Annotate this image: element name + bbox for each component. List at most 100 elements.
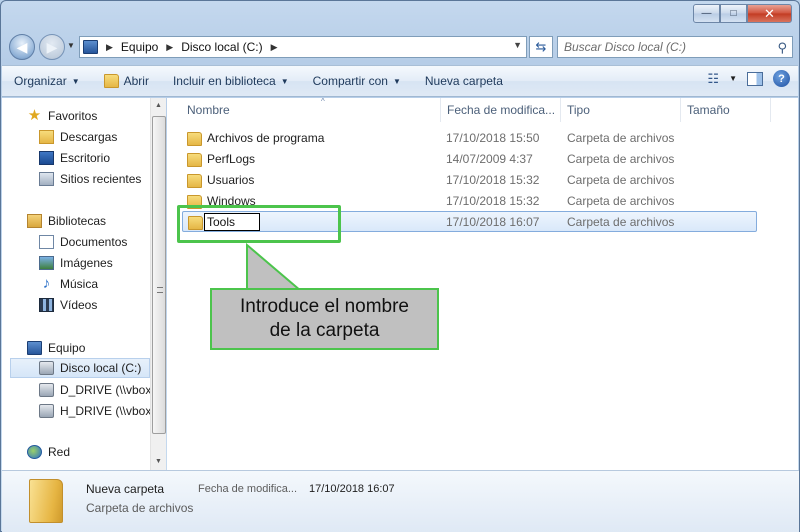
close-button[interactable]: ✕ (747, 4, 792, 23)
close-icon: ✕ (764, 5, 775, 21)
search-box[interactable]: ⚲ (557, 36, 793, 58)
sidebar-item-h-drive[interactable]: H_DRIVE (\\vboxs (39, 401, 150, 421)
file-type: Carpeta de archivos (567, 194, 675, 208)
address-history-chevron-icon[interactable]: ▼ (513, 40, 522, 50)
scroll-down-arrow-icon[interactable]: ▼ (155, 458, 162, 465)
file-date: 17/10/2018 15:32 (446, 194, 540, 208)
organize-button[interactable]: Organizar ▼ (2, 69, 92, 93)
file-date: 17/10/2018 15:32 (446, 173, 540, 187)
file-date: 17/10/2018 15:50 (446, 131, 540, 145)
sidebar-item-label: Disco local (C:) (60, 361, 142, 375)
forward-button[interactable]: ▶ (39, 34, 65, 60)
file-type: Carpeta de archivos (567, 152, 675, 166)
computer-icon (27, 341, 42, 355)
sidebar-item-label: Escritorio (60, 151, 111, 165)
grip-icon (157, 287, 163, 293)
scroll-up-arrow-icon[interactable]: ▲ (155, 102, 162, 109)
sidebar-item-d-drive[interactable]: D_DRIVE (\\vboxs (39, 380, 150, 400)
column-header-date[interactable]: Fecha de modifica... (441, 98, 561, 122)
include-library-label: Incluir en biblioteca (172, 74, 276, 88)
sidebar-item-label: Descargas (60, 130, 118, 144)
details-name: Nueva carpeta (86, 482, 165, 496)
documents-icon (39, 235, 54, 249)
file-name: PerfLogs (207, 152, 256, 166)
instruction-callout: Introduce el nombre de la carpeta (210, 288, 439, 350)
open-folder-icon (103, 74, 119, 88)
downloads-folder-icon (39, 130, 54, 144)
share-with-label: Compartir con (312, 74, 388, 88)
details-pane: Nueva carpeta Carpeta de archivos Fecha … (2, 470, 799, 532)
chevron-right-icon[interactable]: ▶ (106, 42, 113, 53)
preview-pane-icon[interactable] (747, 71, 763, 86)
callout-line-1: Introduce el nombre (240, 296, 409, 317)
sidebar-item-label: Sitios recientes (60, 172, 142, 186)
help-icon[interactable]: ? (773, 70, 790, 87)
include-library-button[interactable]: Incluir en biblioteca ▼ (161, 69, 301, 93)
refresh-icon: ⇆ (535, 39, 547, 54)
minimize-button[interactable]: — (693, 4, 720, 23)
details-date-label: Fecha de modifica... (198, 483, 298, 495)
column-header-size[interactable]: Tamaño (681, 98, 771, 122)
file-date: 17/10/2018 16:07 (446, 215, 540, 229)
chevron-right-icon[interactable]: ▶ (271, 42, 278, 53)
open-button[interactable]: Abrir (92, 69, 161, 93)
search-input[interactable] (564, 40, 764, 54)
address-bar[interactable]: ▶ Equipo ▶ Disco local (C:) ▶ ▼ (79, 36, 527, 58)
network-icon (27, 445, 42, 459)
back-button[interactable]: ◀ (9, 34, 35, 60)
search-icon[interactable]: ⚲ (777, 40, 787, 56)
callout-text: Introduce el nombre de la carpeta (240, 295, 409, 343)
file-name: Usuarios (207, 173, 255, 187)
refresh-button[interactable]: ⇆ (529, 36, 553, 58)
column-header-label: Nombre (187, 103, 230, 117)
file-date: 14/07/2009 4:37 (446, 152, 533, 166)
file-row[interactable]: PerfLogs 14/07/2009 4:37 Carpeta de arch… (182, 149, 757, 170)
navigation-scrollbar[interactable]: ▲ ▼ (150, 98, 166, 470)
organize-label: Organizar (14, 74, 67, 88)
folder-icon (187, 174, 202, 188)
network-drive-icon (39, 383, 54, 397)
sidebar-item-disco-local[interactable]: Disco local (C:) (10, 358, 150, 378)
sidebar-item-label: Favoritos (48, 109, 98, 123)
videos-icon (39, 298, 54, 312)
column-header-name[interactable]: Nombre ^ (181, 97, 441, 122)
maximize-button[interactable]: □ (720, 4, 747, 23)
computer-icon (83, 40, 98, 54)
open-label: Abrir (123, 74, 149, 88)
command-bar: Organizar ▼ Abrir Incluir en biblioteca … (2, 65, 798, 97)
libraries-icon (27, 214, 42, 228)
navigation-pane: ★ Favoritos Descargas Escritorio Sitios … (2, 98, 166, 470)
forward-arrow-icon: ▶ (46, 38, 58, 55)
navigation-row: ◀ ▶ ▼ ▶ Equipo ▶ Disco local (C:) ▶ ▼ ⇆ … (9, 33, 793, 61)
sidebar-item-label: Red (48, 445, 71, 459)
folder-icon (187, 132, 202, 146)
breadcrumb-equipo[interactable]: Equipo (121, 40, 158, 54)
chevron-down-icon: ▼ (71, 76, 80, 86)
new-folder-button[interactable]: Nueva carpeta (413, 69, 515, 93)
share-with-button[interactable]: Compartir con ▼ (301, 69, 413, 93)
chevron-down-icon[interactable]: ▼ (729, 74, 737, 83)
chevron-down-icon: ▼ (280, 76, 289, 86)
column-header-label: Tipo (567, 103, 590, 117)
sidebar-item-label: Documentos (60, 235, 128, 249)
sidebar-item-label: Equipo (48, 341, 86, 355)
chevron-down-icon: ▼ (392, 76, 401, 86)
column-header-type[interactable]: Tipo (561, 98, 681, 122)
sort-ascending-icon: ^ (321, 97, 325, 106)
back-arrow-icon: ◀ (16, 38, 28, 55)
file-row[interactable]: Usuarios 17/10/2018 15:32 Carpeta de arc… (182, 170, 757, 191)
breadcrumb-disco-local[interactable]: Disco local (C:) (181, 40, 262, 54)
change-view-icon[interactable]: ☷ (707, 71, 719, 87)
column-header-label: Tamaño (687, 103, 730, 117)
pictures-icon (39, 256, 54, 270)
chevron-right-icon[interactable]: ▶ (166, 42, 173, 53)
file-row[interactable]: Archivos de programa 17/10/2018 15:50 Ca… (182, 128, 757, 149)
recent-pages-chevron-icon[interactable]: ▼ (67, 41, 75, 50)
explorer-window: — □ ✕ ◀ ▶ ▼ ▶ Equipo ▶ Disco local (C:) … (0, 0, 800, 532)
details-date-value: 17/10/2018 16:07 (309, 483, 395, 495)
file-type: Carpeta de archivos (567, 215, 675, 229)
scrollbar-thumb[interactable] (152, 116, 166, 434)
file-list: Nombre ^ Fecha de modifica... Tipo Tamañ… (167, 97, 798, 470)
callout-line-2: de la carpeta (269, 320, 380, 341)
rename-highlight-box (177, 205, 341, 243)
